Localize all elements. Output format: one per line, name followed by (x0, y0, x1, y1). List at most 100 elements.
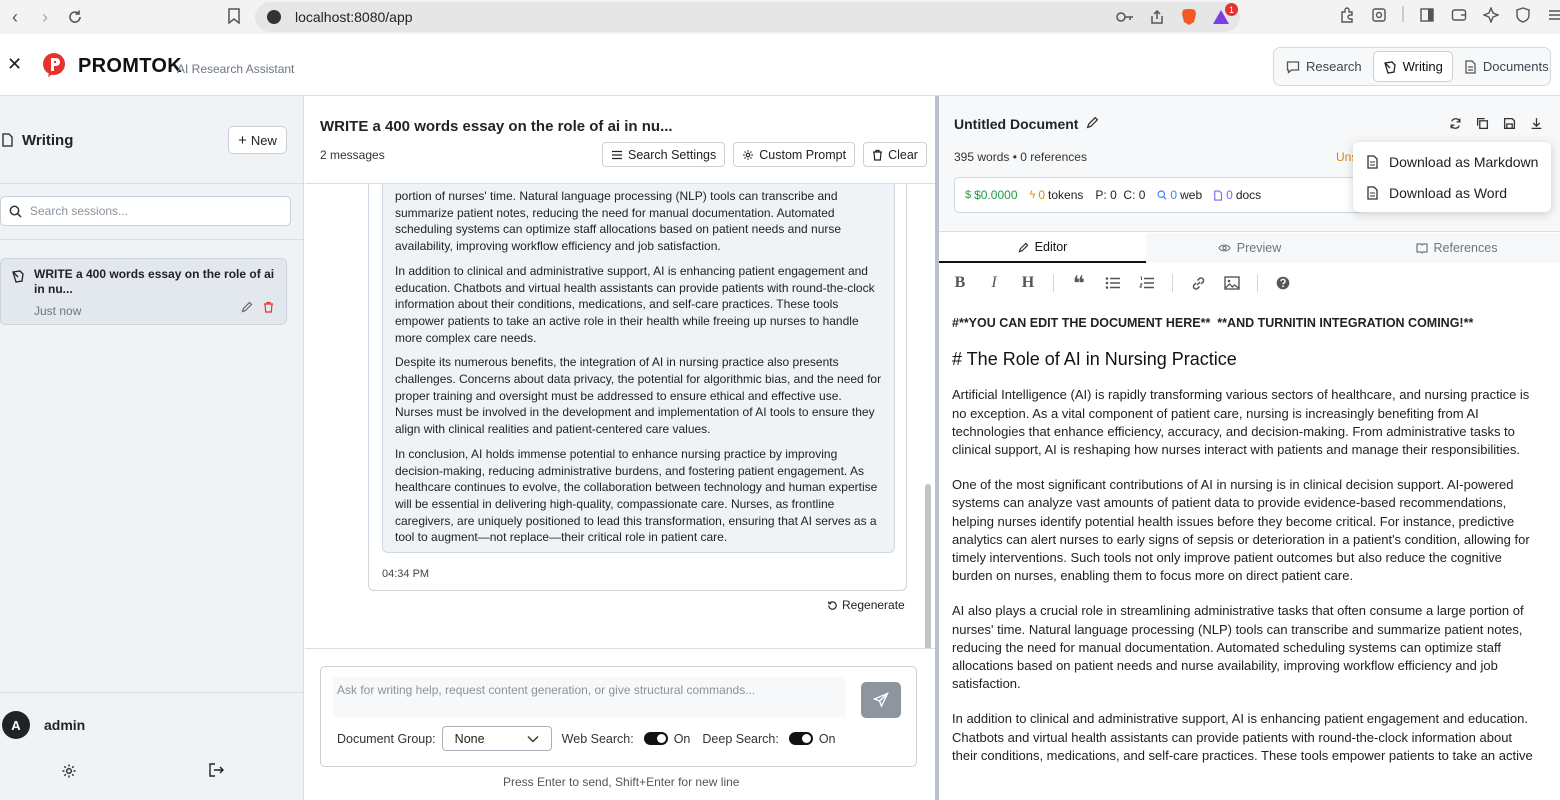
reader-icon[interactable] (1370, 6, 1388, 24)
delete-icon[interactable] (263, 301, 274, 316)
session-actions (241, 301, 274, 316)
site-info-icon[interactable] (267, 10, 281, 24)
document-tabs: Editor Preview References (939, 233, 1560, 263)
quote-icon[interactable]: ❝ (1070, 273, 1088, 295)
vpn-shield-icon[interactable] (1514, 6, 1532, 24)
tab-preview[interactable]: Preview (1146, 233, 1353, 263)
bookmark-icon[interactable] (225, 7, 243, 25)
edit-icon[interactable] (241, 301, 253, 316)
share-icon[interactable] (1148, 8, 1166, 26)
document-meta: 395 words • 0 references (954, 150, 1087, 164)
download-markdown-label: Download as Markdown (1389, 153, 1539, 170)
session-search-input[interactable] (30, 204, 270, 218)
document-heading: # The Role of AI in Nursing Practice (952, 349, 1237, 370)
regenerate-button[interactable]: Regenerate (827, 598, 905, 612)
copy-icon[interactable] (1476, 117, 1489, 133)
chevron-down-icon (527, 735, 539, 742)
user-name: admin (44, 717, 86, 733)
send-button[interactable] (861, 682, 901, 718)
download-icon[interactable] (1530, 117, 1543, 133)
logout-icon[interactable] (208, 762, 225, 781)
download-word-item[interactable]: Download as Word (1353, 177, 1551, 208)
web-label: web (1180, 188, 1203, 202)
document-paragraph: One of the most significant contribution… (952, 477, 1530, 584)
message-time: 04:34 PM (382, 568, 430, 580)
message-paragraph: In addition to clinical and administrati… (395, 263, 875, 345)
document-group-select[interactable]: None (441, 726, 552, 751)
address-bar[interactable]: localhost:8080/app 1 (255, 2, 1240, 32)
gear-icon[interactable] (61, 763, 77, 782)
italic-icon[interactable]: I (985, 274, 1003, 292)
link-icon[interactable] (1189, 274, 1207, 292)
numbered-list-icon[interactable] (1138, 274, 1156, 292)
custom-prompt-label: Custom Prompt (759, 147, 847, 162)
document-group-value: None (454, 731, 485, 746)
brand-name: PROMTOK (78, 55, 182, 77)
brave-shield-icon[interactable] (1180, 8, 1198, 26)
document-icon (1214, 189, 1223, 201)
avatar: A (2, 711, 30, 739)
search-settings-button[interactable]: Search Settings (602, 142, 726, 167)
tab-writing[interactable]: Writing (1372, 51, 1453, 82)
tab-editor-label: Editor (1034, 240, 1068, 254)
composer-options: Document Group: None Web Search: On Deep… (337, 726, 836, 751)
document-icon (2, 133, 14, 150)
chat-input[interactable] (333, 677, 845, 717)
sliders-icon (612, 150, 622, 159)
clear-button[interactable]: Clear (863, 142, 927, 167)
key-icon[interactable] (1116, 8, 1134, 26)
document-paragraph: AI also plays a crucial role in streamli… (952, 603, 1524, 692)
chat-actions: Search Settings Custom Prompt Clear (602, 142, 927, 167)
sessions-sidebar: Writing + New WRITE a 400 words essay on… (0, 96, 304, 800)
help-icon[interactable] (1274, 274, 1292, 292)
web-search-toggle[interactable] (643, 732, 668, 745)
regenerate-label: Regenerate (842, 598, 905, 612)
document-editor[interactable]: #**YOU CAN EDIT THE DOCUMENT HERE** **AN… (952, 314, 1537, 782)
edit-title-icon[interactable] (1086, 116, 1099, 132)
chat-scrollbar[interactable] (925, 484, 931, 648)
chat-header: WRITE a 400 words essay on the role of a… (305, 96, 935, 184)
chat-title: WRITE a 400 words essay on the role of a… (320, 118, 673, 135)
bold-icon[interactable]: B (951, 274, 969, 292)
download-menu: Download as Markdown Download as Word (1353, 142, 1551, 212)
tab-documents[interactable]: Documents (1455, 51, 1558, 82)
wallet-icon[interactable] (1450, 6, 1468, 24)
toolbar-divider (1053, 274, 1054, 292)
tab-research-label: Research (1306, 59, 1362, 74)
image-icon[interactable] (1223, 274, 1241, 292)
download-markdown-item[interactable]: Download as Markdown (1353, 146, 1551, 177)
cost-stat: $ $0.0000 (965, 188, 1018, 202)
brave-rewards-icon[interactable]: 1 (1212, 3, 1238, 26)
bullet-list-icon[interactable] (1104, 274, 1122, 292)
file-icon (1367, 154, 1378, 169)
session-item[interactable]: WRITE a 400 words essay on the role of a… (0, 258, 287, 325)
save-icon[interactable] (1503, 117, 1516, 133)
rewards-badge: 1 (1225, 3, 1238, 16)
tab-research[interactable]: Research (1277, 51, 1371, 82)
message-paragraph: In conclusion, AI holds immense potentia… (395, 446, 878, 545)
document-actions (1449, 117, 1543, 133)
gear-icon (743, 149, 754, 160)
close-icon[interactable]: ✕ (7, 54, 22, 75)
custom-prompt-button[interactable]: Custom Prompt (733, 142, 856, 167)
forward-icon[interactable]: › (30, 2, 60, 32)
leo-ai-icon[interactable] (1482, 6, 1500, 24)
tab-references[interactable]: References (1353, 233, 1560, 263)
tab-writing-label: Writing (1402, 59, 1443, 74)
tokens-stat: ϟ 0 tokens (1030, 188, 1084, 202)
menu-icon[interactable] (1546, 6, 1560, 24)
heading-icon[interactable]: H (1019, 274, 1037, 292)
user-block: A admin (0, 692, 304, 800)
sidebar-toggle-icon[interactable] (1418, 6, 1436, 24)
back-icon[interactable]: ‹ (0, 2, 30, 32)
refresh-icon[interactable] (1449, 117, 1462, 133)
reload-icon[interactable] (60, 2, 90, 32)
message-list[interactable]: portion of nurses' time. Natural languag… (305, 184, 935, 648)
docs-value: 0 (1226, 188, 1233, 202)
deep-search-label: Deep Search: (702, 731, 779, 746)
editor-toolbar: B I H ❝ (939, 263, 1560, 303)
extensions-icon[interactable] (1338, 6, 1356, 24)
deep-search-toggle[interactable] (788, 732, 813, 745)
new-session-button[interactable]: + New (228, 126, 287, 154)
tab-editor[interactable]: Editor (939, 233, 1146, 263)
